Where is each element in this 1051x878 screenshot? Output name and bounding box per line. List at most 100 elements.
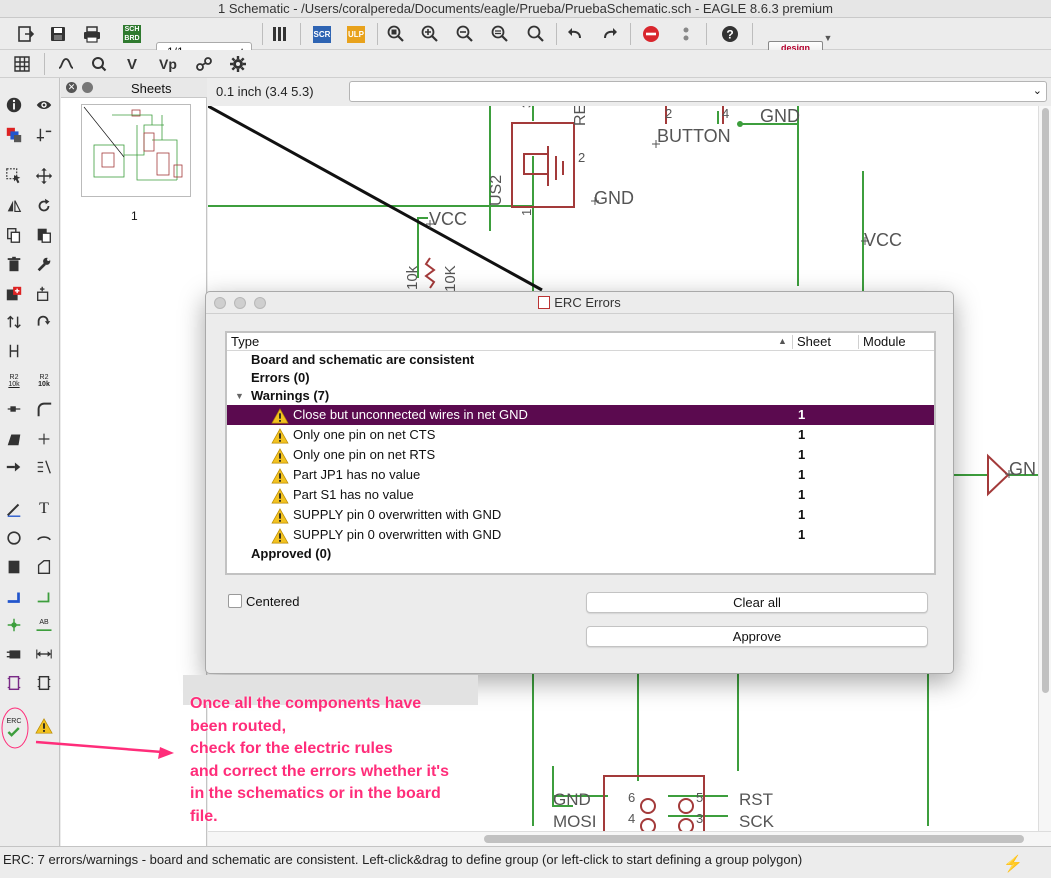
move-icon[interactable] xyxy=(32,165,56,187)
tree-group-row[interactable]: ▼ Warnings (7) xyxy=(227,387,934,405)
command-input[interactable]: ⌄ xyxy=(349,81,1047,102)
smash-icon[interactable] xyxy=(2,398,26,420)
paste-icon[interactable] xyxy=(32,224,56,246)
value-tool-button[interactable]: R2 10k xyxy=(32,370,56,392)
open-icon[interactable] xyxy=(14,22,38,46)
eye-icon[interactable] xyxy=(32,94,56,116)
gate-swap-icon[interactable] xyxy=(32,311,56,333)
swap-icon[interactable] xyxy=(2,311,26,333)
redo-icon[interactable] xyxy=(598,22,622,46)
script-icon[interactable]: SCR xyxy=(310,22,334,46)
dialog-close-button[interactable] xyxy=(214,297,226,309)
delete-icon[interactable] xyxy=(2,253,26,275)
tree-group-row[interactable]: Board and schematic are consistent xyxy=(227,351,934,369)
zoom-fit-icon[interactable] xyxy=(384,22,408,46)
warning-row[interactable]: SUPPLY pin 0 overwritten with GND 1 xyxy=(227,505,934,525)
net-tool-icon[interactable] xyxy=(32,586,56,608)
wrench-icon[interactable] xyxy=(32,253,56,275)
miter-icon[interactable] xyxy=(32,398,56,420)
help-icon[interactable]: ? xyxy=(718,22,742,46)
vertical-scroll-thumb[interactable] xyxy=(1042,108,1049,693)
replace-icon[interactable] xyxy=(32,283,56,305)
chevron-down-icon[interactable]: ⌄ xyxy=(1033,84,1042,97)
zoom-redraw-icon[interactable] xyxy=(488,22,512,46)
zoom-in-icon[interactable] xyxy=(418,22,442,46)
undo-icon[interactable] xyxy=(563,22,587,46)
horizontal-scroll-thumb[interactable] xyxy=(484,835,1024,843)
dialog-zoom-button[interactable] xyxy=(254,297,266,309)
rotate-icon[interactable] xyxy=(32,195,56,217)
warning-row[interactable]: Only one pin on net RTS 1 xyxy=(227,445,934,465)
save-icon[interactable] xyxy=(46,22,70,46)
mirror-icon[interactable] xyxy=(2,195,26,217)
frame-tool-icon[interactable] xyxy=(2,672,26,694)
close-panel-icon[interactable]: ✕ xyxy=(66,82,77,93)
optimize-icon[interactable] xyxy=(32,428,56,450)
select-group-icon[interactable] xyxy=(2,165,26,187)
row-label: Approved (0) xyxy=(251,546,332,561)
print-icon[interactable] xyxy=(80,22,104,46)
copy-icon[interactable] xyxy=(2,224,26,246)
dimension-tool-icon[interactable] xyxy=(32,643,56,665)
ulp-icon[interactable]: ULP xyxy=(344,22,368,46)
circle-tool-icon[interactable] xyxy=(2,527,26,549)
status-bar: ERC: 7 errors/warnings - board and schem… xyxy=(0,846,1051,874)
vp-tool-button[interactable]: Vp xyxy=(156,52,180,76)
go-icon[interactable] xyxy=(674,22,698,46)
info-icon[interactable] xyxy=(2,94,26,116)
attribute-tool-icon[interactable] xyxy=(2,643,26,665)
chevron-down-icon[interactable]: ▼ xyxy=(822,26,834,50)
tree-group-row[interactable]: Approved (0) xyxy=(227,545,934,563)
warning-icon[interactable] xyxy=(32,715,56,737)
column-module[interactable]: Module xyxy=(863,334,906,349)
warning-row[interactable]: Part S1 has no value 1 xyxy=(227,485,934,505)
centered-checkbox[interactable] xyxy=(228,594,242,608)
clear-all-button[interactable]: Clear all xyxy=(586,592,928,613)
sch-file-icon xyxy=(538,296,551,309)
dialog-minimize-button[interactable] xyxy=(234,297,246,309)
arc-tool-icon[interactable] xyxy=(32,527,56,549)
column-sheet[interactable]: Sheet xyxy=(797,334,831,349)
bus-tool-icon[interactable] xyxy=(2,586,26,608)
sheets-panel: ✕ Sheets 1 xyxy=(61,78,207,846)
stop-icon[interactable] xyxy=(639,22,663,46)
warning-row[interactable]: SUPPLY pin 0 overwritten with GND 1 xyxy=(227,525,934,545)
route-icon[interactable] xyxy=(2,456,26,478)
rect-tool-icon[interactable] xyxy=(2,556,26,578)
library-icon[interactable] xyxy=(268,22,292,46)
warning-row[interactable]: Part JP1 has no value 1 xyxy=(227,465,934,485)
label-tool-button[interactable]: AB xyxy=(32,614,56,636)
polygon-tool-icon[interactable] xyxy=(32,556,56,578)
warning-row[interactable]: Close but unconnected wires in net GND 1 xyxy=(227,405,934,425)
warning-row[interactable]: Only one pin on net CTS 1 xyxy=(227,425,934,445)
line-tool-icon[interactable] xyxy=(2,498,26,520)
ripup-icon[interactable] xyxy=(32,456,56,478)
junction-tool-icon[interactable] xyxy=(2,614,26,636)
wire-bend-icon[interactable] xyxy=(54,52,78,76)
layers-icon[interactable] xyxy=(2,124,26,146)
column-type[interactable]: Type xyxy=(231,334,259,349)
vertical-scrollbar[interactable] xyxy=(1038,106,1051,831)
gear-icon[interactable] xyxy=(226,52,250,76)
tree-group-row[interactable]: Errors (0) xyxy=(227,369,934,387)
net-search-icon[interactable] xyxy=(87,52,111,76)
add-part-icon[interactable] xyxy=(2,283,26,305)
float-panel-icon[interactable] xyxy=(82,82,93,93)
pinswap-icon[interactable] xyxy=(2,340,26,362)
sch-brd-switch-icon[interactable]: SCH BRD xyxy=(120,22,144,46)
horizontal-scrollbar[interactable] xyxy=(208,831,1051,846)
sheet-thumbnail[interactable] xyxy=(81,104,191,197)
split-icon[interactable] xyxy=(2,428,26,450)
link-icon[interactable] xyxy=(192,52,216,76)
zoom-select-icon[interactable] xyxy=(524,22,548,46)
module-tool-icon[interactable] xyxy=(32,672,56,694)
zoom-out-icon[interactable] xyxy=(453,22,477,46)
disclosure-triangle-icon[interactable]: ▼ xyxy=(235,387,244,405)
mark-icon[interactable] xyxy=(32,124,56,146)
approve-button[interactable]: Approve xyxy=(586,626,928,647)
name-tool-button[interactable]: R2 10k xyxy=(2,370,26,392)
erc-tree[interactable]: Type ▲ Sheet Module Board and schematic … xyxy=(225,331,936,575)
text-tool-button[interactable]: T xyxy=(32,498,56,520)
value-tool-button[interactable]: V xyxy=(120,52,144,76)
grid-icon[interactable] xyxy=(10,52,34,76)
